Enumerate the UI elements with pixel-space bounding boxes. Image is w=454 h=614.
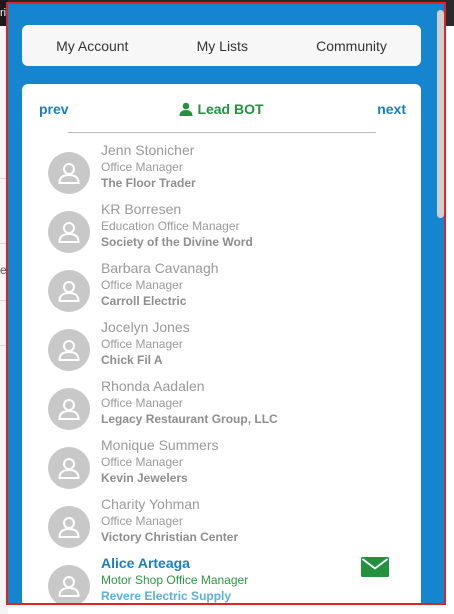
contact-details: Barbara Cavanagh Office Manager Carroll … (101, 260, 219, 309)
contact-title: Office Manager (101, 337, 183, 351)
contact-title: Office Manager (101, 455, 183, 469)
contact-name: Jocelyn Jones (101, 319, 190, 335)
user-avatar-icon (58, 281, 80, 302)
envelope-icon[interactable] (361, 557, 389, 577)
contact-name: Charity Yohman (101, 496, 200, 512)
avatar (48, 211, 90, 253)
avatar (48, 447, 90, 489)
background-divider (0, 345, 8, 346)
contact-title: Office Manager (101, 160, 183, 174)
background-text: e (0, 263, 7, 277)
user-avatar-icon (58, 222, 80, 243)
contact-details: Alice Arteaga Motor Shop Office Manager … (101, 555, 248, 604)
background-topbar-text: ri (0, 0, 8, 26)
user-avatar-icon (58, 340, 80, 361)
nav-community[interactable]: Community (316, 38, 387, 54)
pager-divider (68, 132, 376, 133)
next-link[interactable]: next (377, 101, 406, 117)
contact-item-active[interactable]: Alice Arteaga Motor Shop Office Manager … (22, 555, 421, 604)
contact-item[interactable]: Jocelyn Jones Office Manager Chick Fil A (22, 319, 421, 378)
contact-item[interactable]: Monique Summers Office Manager Kevin Jew… (22, 437, 421, 496)
contact-company: Society of the Divine Word (101, 235, 253, 249)
contact-name: Rhonda Aadalen (101, 378, 205, 394)
contact-list-card: prev Lead BOT next Jenn Stonicher Office… (22, 84, 421, 604)
contact-details: Charity Yohman Office Manager Victory Ch… (101, 496, 238, 545)
avatar (48, 506, 90, 548)
background-divider (0, 243, 8, 244)
contact-company: Revere Electric Supply (101, 589, 232, 603)
contact-company: The Floor Trader (101, 176, 196, 190)
contact-title: Education Office Manager (101, 219, 240, 233)
contact-list: Jenn Stonicher Office Manager The Floor … (22, 142, 421, 604)
background-divider (0, 178, 8, 179)
avatar (48, 388, 90, 430)
pager: prev Lead BOT next (22, 84, 421, 128)
avatar (48, 329, 90, 371)
contact-details: Jenn Stonicher Office Manager The Floor … (101, 142, 196, 191)
contact-name: Alice Arteaga (101, 555, 190, 571)
user-avatar-icon (58, 458, 80, 479)
contact-company: Chick Fil A (101, 353, 163, 367)
nav-my-account[interactable]: My Account (56, 38, 128, 54)
contact-company: Kevin Jewelers (101, 471, 188, 485)
contact-item[interactable]: Jenn Stonicher Office Manager The Floor … (22, 142, 421, 201)
avatar (48, 565, 90, 604)
contact-details: Rhonda Aadalen Office Manager Legacy Res… (101, 378, 278, 427)
contact-details: Monique Summers Office Manager Kevin Jew… (101, 437, 219, 486)
list-title: Lead BOT (22, 101, 421, 117)
contact-company: Carroll Electric (101, 294, 187, 308)
scrollbar-thumb[interactable] (437, 10, 444, 218)
background-divider (0, 300, 8, 301)
user-avatar-icon (58, 163, 80, 184)
contact-name: Monique Summers (101, 437, 219, 453)
contact-item[interactable]: KR Borresen Education Office Manager Soc… (22, 201, 421, 260)
contact-company: Victory Christian Center (101, 530, 239, 544)
lead-panel: My Account My Lists Community prev Lead … (8, 2, 445, 604)
avatar (48, 152, 90, 194)
person-icon (179, 102, 193, 116)
contact-details: Jocelyn Jones Office Manager Chick Fil A (101, 319, 190, 368)
user-avatar-icon (58, 399, 80, 420)
contact-item[interactable]: Rhonda Aadalen Office Manager Legacy Res… (22, 378, 421, 437)
user-avatar-icon (58, 517, 80, 538)
contact-name: Barbara Cavanagh (101, 260, 219, 276)
contact-item[interactable]: Charity Yohman Office Manager Victory Ch… (22, 496, 421, 555)
background-left-column (0, 26, 8, 614)
user-avatar-icon (58, 576, 80, 597)
contact-title: Office Manager (101, 514, 183, 528)
contact-name: Jenn Stonicher (101, 142, 195, 158)
list-title-text: Lead BOT (197, 101, 264, 117)
contact-name: KR Borresen (101, 201, 182, 217)
contact-company: Legacy Restaurant Group, LLC (101, 412, 278, 426)
avatar (48, 270, 90, 312)
contact-title: Motor Shop Office Manager (101, 573, 249, 587)
contact-title: Office Manager (101, 278, 183, 292)
account-nav: My Account My Lists Community (22, 25, 421, 66)
contact-title: Office Manager (101, 396, 183, 410)
nav-my-lists[interactable]: My Lists (197, 38, 248, 54)
contact-item[interactable]: Barbara Cavanagh Office Manager Carroll … (22, 260, 421, 319)
contact-details: KR Borresen Education Office Manager Soc… (101, 201, 253, 250)
